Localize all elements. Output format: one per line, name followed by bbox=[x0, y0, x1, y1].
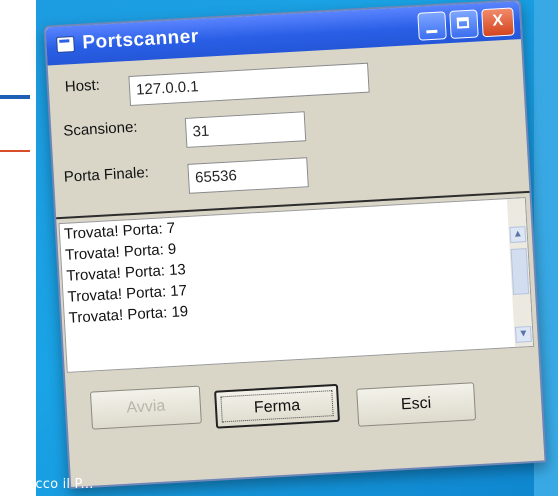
background-left-panel bbox=[0, 0, 36, 496]
maximize-button[interactable] bbox=[449, 9, 479, 39]
close-button[interactable]: X bbox=[481, 7, 515, 38]
close-icon: X bbox=[492, 12, 504, 30]
scansione-label: Scansione: bbox=[62, 118, 138, 140]
window-title: Portscanner bbox=[81, 26, 200, 54]
list-item[interactable]: Trovata! Porta: 7 bbox=[64, 220, 176, 243]
window-app-icon[interactable] bbox=[56, 36, 75, 53]
esci-button[interactable]: Esci bbox=[356, 382, 477, 427]
scroll-down-icon[interactable]: ▼ bbox=[514, 325, 532, 343]
title-bar[interactable]: Portscanner X bbox=[45, 1, 521, 66]
list-item[interactable]: Trovata! Porta: 13 bbox=[66, 261, 186, 285]
host-field[interactable]: 127.0.0.1 bbox=[128, 62, 370, 106]
porta-finale-label: Porta Finale: bbox=[63, 164, 150, 186]
results-list[interactable]: Trovata! Porta: 7 Trovata! Porta: 9 Trov… bbox=[58, 197, 535, 373]
minimize-button[interactable] bbox=[417, 11, 447, 41]
minimize-icon bbox=[426, 29, 438, 34]
scroll-thumb[interactable] bbox=[510, 248, 530, 295]
caption-text: Ed ecco il P... bbox=[6, 477, 94, 492]
scansione-field[interactable]: 31 bbox=[184, 111, 307, 148]
ferma-button[interactable]: Ferma bbox=[214, 383, 340, 429]
list-item[interactable]: Trovata! Porta: 17 bbox=[67, 282, 187, 306]
avvia-button[interactable]: Avvia bbox=[89, 385, 202, 430]
portscanner-window: Portscanner X Host: 127.0.0.1 Scansione:… bbox=[43, 0, 547, 489]
porta-finale-field[interactable]: 65536 bbox=[187, 157, 309, 194]
focus-outline bbox=[220, 390, 334, 423]
list-item[interactable]: Trovata! Porta: 9 bbox=[65, 241, 177, 264]
background-red-line bbox=[0, 150, 30, 152]
list-item[interactable]: Trovata! Porta: 19 bbox=[68, 303, 188, 327]
maximize-icon bbox=[456, 16, 470, 29]
host-label: Host: bbox=[64, 76, 101, 96]
scroll-up-icon[interactable]: ▲ bbox=[509, 226, 527, 243]
results-scrollbar[interactable]: ▲ ▼ bbox=[506, 198, 534, 347]
background-band bbox=[0, 95, 30, 99]
